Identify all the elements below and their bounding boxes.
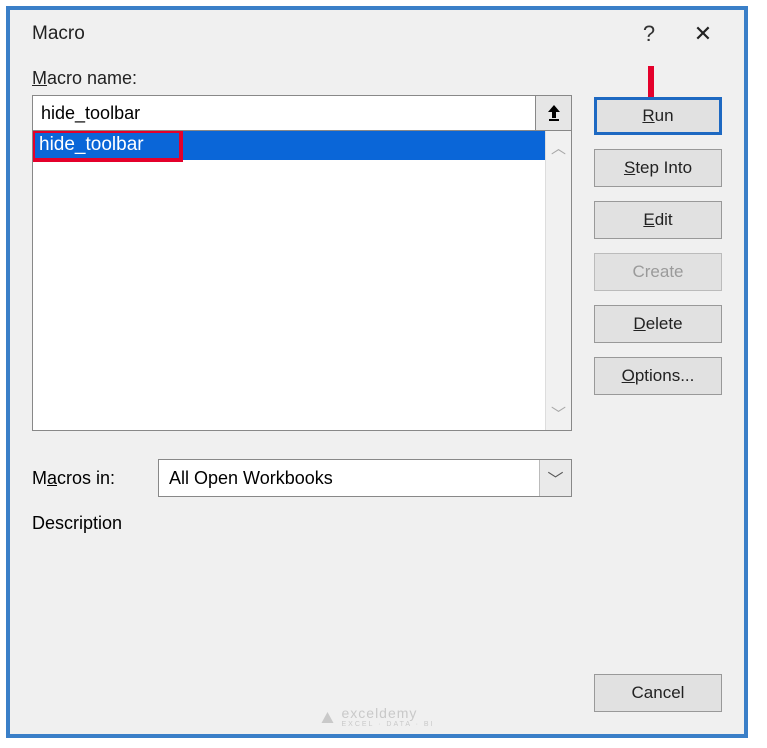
scroll-up-icon: ︿ [551, 137, 566, 158]
help-button[interactable]: ? [622, 21, 676, 47]
list-item-label: hide_toolbar [39, 134, 144, 155]
edit-button[interactable]: Edit [594, 201, 722, 239]
macro-listbox[interactable]: hide_toolbar ︿ ﹀ [32, 131, 572, 431]
macros-in-select[interactable]: All Open Workbooks ﹀ [158, 459, 572, 497]
macros-in-value: All Open Workbooks [159, 468, 539, 489]
watermark-sub: EXCEL · DATA · BI [342, 721, 435, 728]
watermark-icon [320, 709, 336, 725]
dialog-body: Macro name: hide_toolbar [10, 58, 744, 734]
macro-name-input[interactable] [32, 95, 536, 131]
scroll-down-icon: ﹀ [551, 403, 566, 424]
create-button: Create [594, 253, 722, 291]
chevron-down-icon: ﹀ [539, 460, 571, 496]
go-to-macro-button[interactable] [536, 95, 572, 131]
list-item[interactable]: hide_toolbar [33, 131, 545, 160]
step-into-button[interactable]: Step Into [594, 149, 722, 187]
watermark: exceldemy EXCEL · DATA · BI [320, 705, 435, 728]
description-label: Description [32, 513, 572, 534]
scrollbar[interactable]: ︿ ﹀ [545, 131, 571, 430]
close-button[interactable]: ✕ [676, 21, 730, 47]
dialog-title: Macro [32, 23, 622, 45]
options-button[interactable]: Options... [594, 357, 722, 395]
delete-button[interactable]: Delete [594, 305, 722, 343]
macro-name-label: Macro name: [32, 68, 722, 89]
titlebar: Macro ? ✕ [10, 10, 744, 58]
cancel-button[interactable]: Cancel [594, 674, 722, 712]
up-arrow-icon [546, 104, 562, 122]
macro-dialog: Macro ? ✕ Macro name: [6, 6, 748, 738]
watermark-text: exceldemy [342, 705, 418, 721]
macros-in-label: Macros in: [32, 468, 144, 489]
run-button[interactable]: Run [594, 97, 722, 135]
